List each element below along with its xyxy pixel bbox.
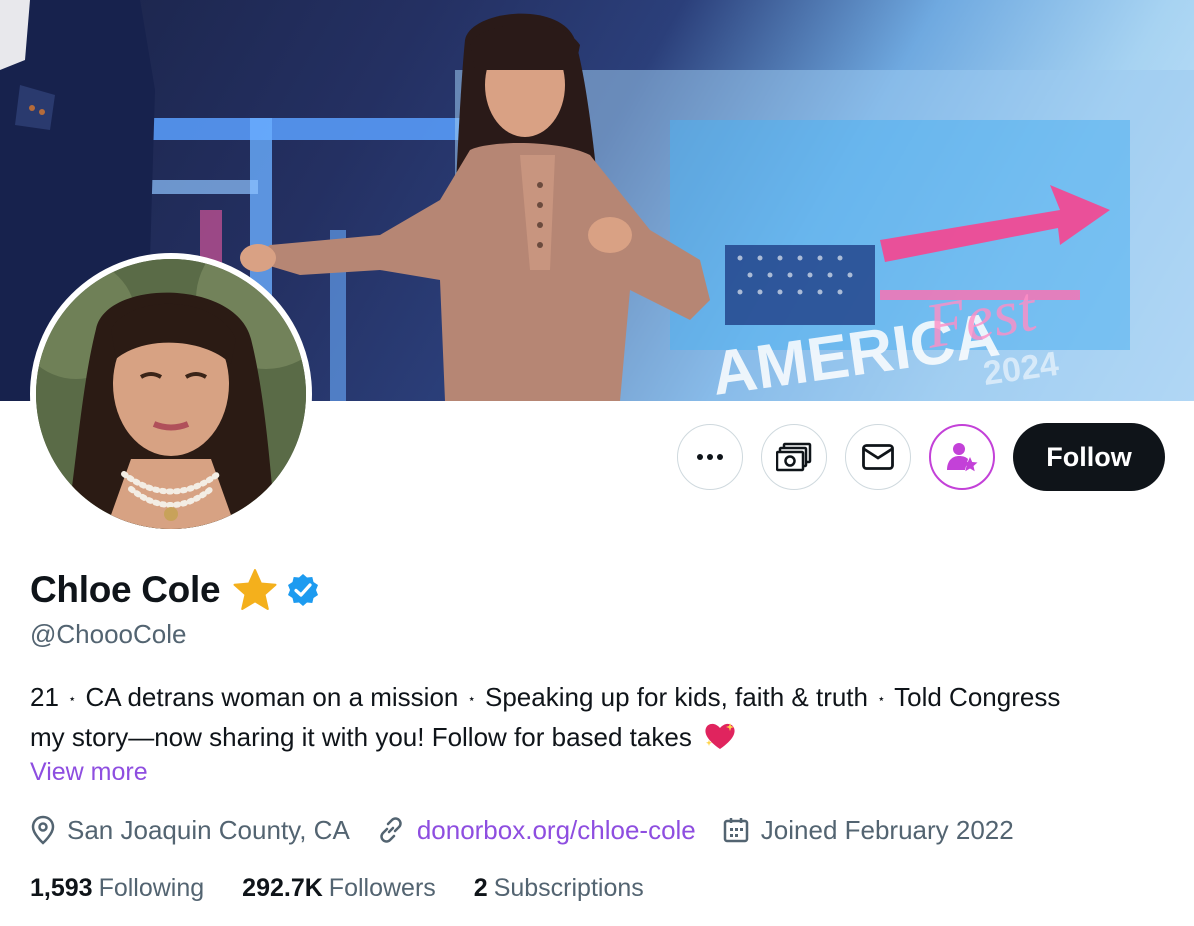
link-icon: [380, 817, 402, 843]
profile-bio: 21 ⋆ CA detrans woman on a mission ⋆ Spe…: [30, 678, 1180, 756]
star-icon: [233, 569, 277, 610]
sparkling-heart-icon: [705, 723, 735, 750]
following-count: 1,593: [30, 873, 93, 902]
joined-item: Joined February 2022: [722, 815, 1014, 846]
message-button[interactable]: [845, 424, 911, 490]
bio-line-2: my story—now sharing it with you! Follow…: [30, 718, 1180, 756]
name-row: Chloe Cole: [30, 566, 320, 614]
location-item: San Joaquin County, CA: [30, 815, 350, 846]
profile-meta: San Joaquin County, CA donorbox.org/chlo…: [30, 810, 1040, 850]
following-label: Following: [98, 873, 205, 902]
view-more-link[interactable]: View more: [30, 758, 148, 787]
envelope-icon: [862, 444, 894, 470]
bio-part: CA detrans woman on a mission: [85, 682, 459, 712]
more-horizontal-icon: [697, 454, 723, 460]
bio-part: Speaking up for kids, faith & truth: [485, 682, 868, 712]
bio-separator: ⋆: [877, 691, 886, 707]
followers-label: Followers: [328, 873, 436, 902]
tip-button[interactable]: [761, 424, 827, 490]
verified-badge-icon[interactable]: [286, 573, 320, 607]
location-text: San Joaquin County, CA: [67, 814, 350, 845]
website-item[interactable]: donorbox.org/chloe-cole: [376, 815, 696, 846]
avatar-photo: [36, 259, 306, 529]
location-pin-icon: [31, 815, 55, 845]
following-stat[interactable]: 1,593 Following: [30, 874, 204, 903]
subscribe-button[interactable]: [929, 424, 995, 490]
profile-stats: 1,593 Following 292.7K Followers 2 Subscrip…: [30, 870, 682, 906]
user-handle: @ChoooCole: [30, 619, 187, 649]
bio-text: my story—now sharing it with you! Follow…: [30, 722, 692, 753]
bio-part: Told Congress: [894, 682, 1061, 712]
subscriptions-label: Subscriptions: [493, 873, 644, 902]
followers-count: 292.7K: [242, 873, 323, 902]
subscribe-user-star-icon: [947, 443, 978, 472]
bio-line-1: 21 ⋆ CA detrans woman on a mission ⋆ Spe…: [30, 678, 1180, 718]
bio-separator: ⋆: [68, 691, 77, 707]
money-icon: [776, 442, 812, 472]
display-name: Chloe Cole: [30, 569, 221, 610]
profile-avatar[interactable]: [30, 253, 312, 535]
subscriptions-count: 2: [473, 873, 488, 902]
bio-part: 21: [30, 682, 59, 712]
more-options-button[interactable]: [677, 424, 743, 490]
bio-separator: ⋆: [467, 691, 476, 707]
website-link[interactable]: donorbox.org/chloe-cole: [417, 815, 696, 846]
followers-stat[interactable]: 292.7K Followers: [242, 874, 436, 903]
calendar-icon: [723, 818, 749, 843]
subscriptions-stat[interactable]: 2 Subscriptions: [474, 874, 644, 903]
follow-button[interactable]: Follow: [1013, 423, 1165, 491]
joined-text: Joined February 2022: [760, 814, 1014, 845]
